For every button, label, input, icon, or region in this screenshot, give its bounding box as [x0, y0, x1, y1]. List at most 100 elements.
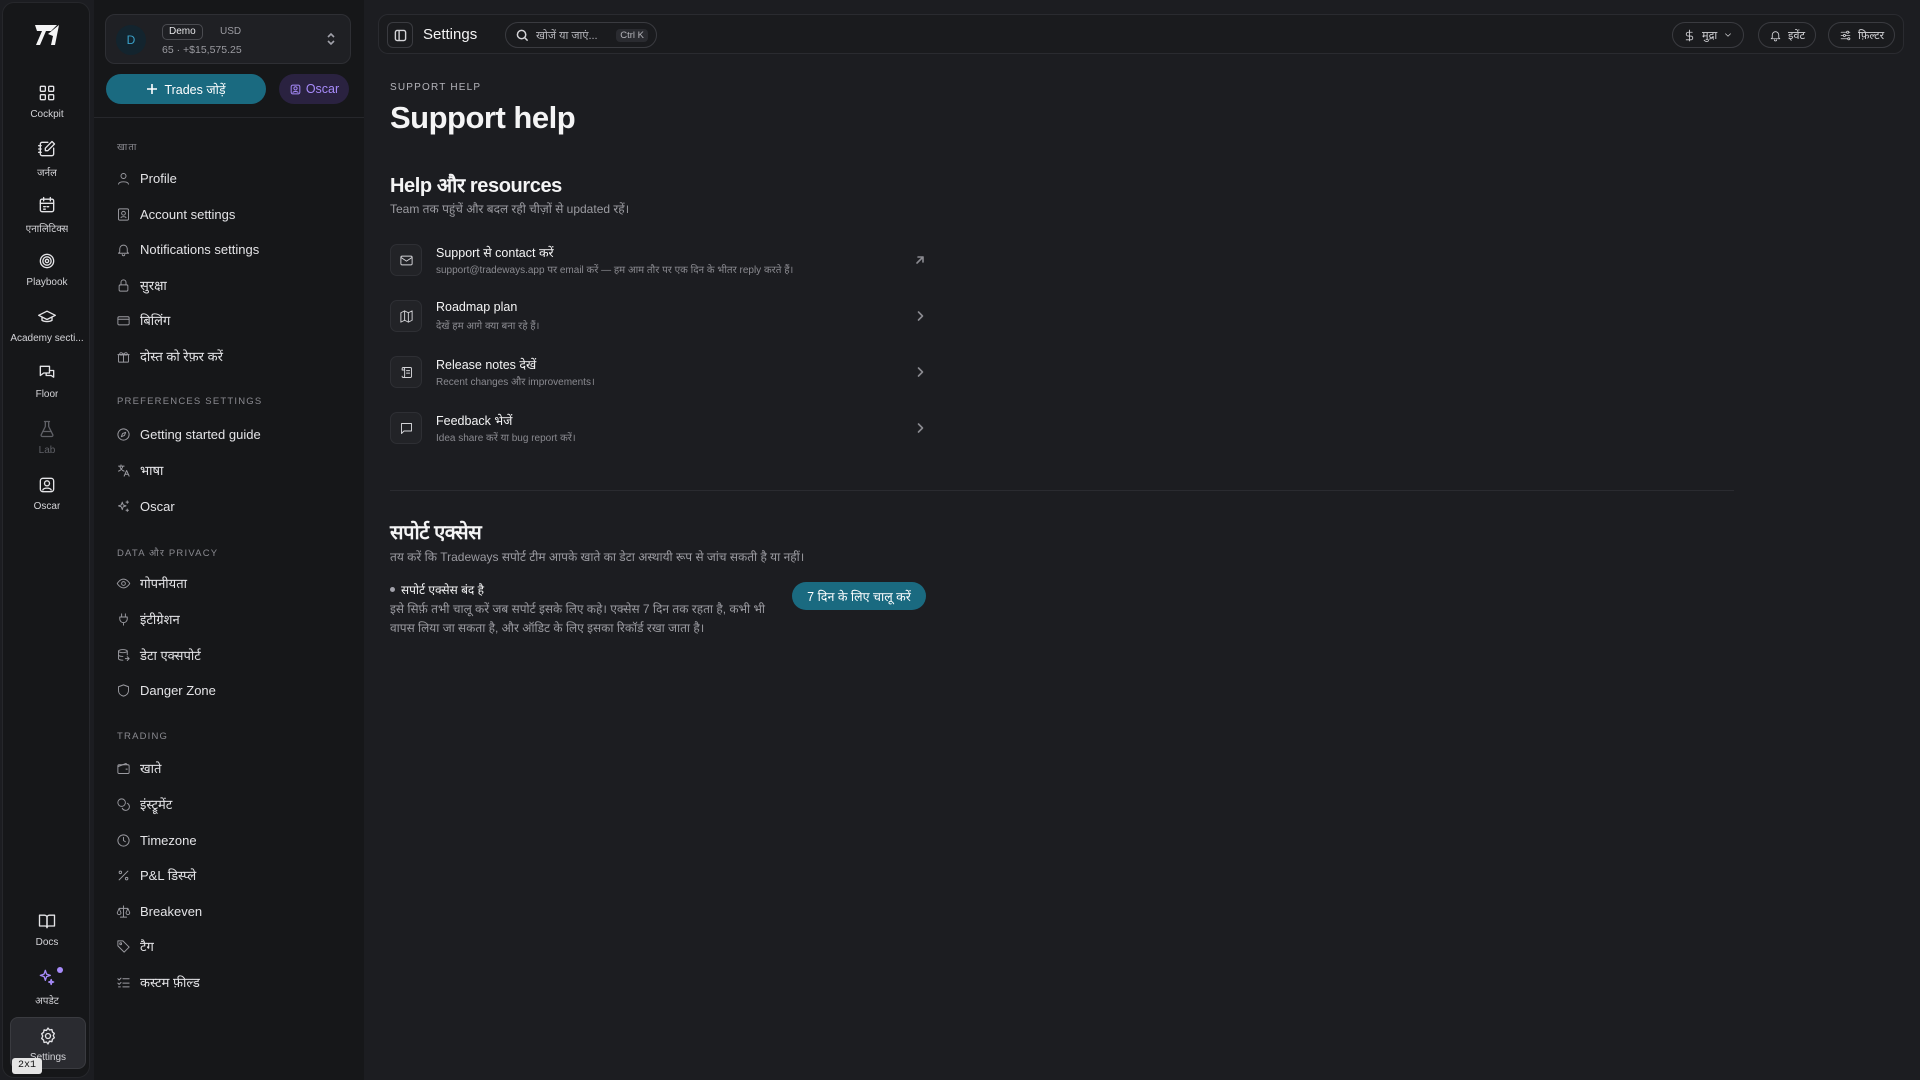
rail-item-oscar[interactable]: Oscar [3, 475, 91, 527]
nav-item-security[interactable]: सुरक्षा [116, 271, 346, 299]
oscar-label: Oscar [305, 82, 340, 96]
resource-release-notes[interactable]: Release notes देखें Recent changes और im… [390, 354, 926, 390]
nav-item-pnl-display[interactable]: P&L डिस्प्ले [116, 861, 346, 889]
eye-icon [116, 578, 131, 588]
nav-item-profile[interactable]: Profile [116, 164, 346, 192]
help-heading: Help और resources [390, 175, 562, 197]
nav-item-danger-zone[interactable]: Danger Zone [116, 676, 346, 704]
nav-item-notifications[interactable]: Notifications settings [116, 235, 346, 263]
search-input[interactable]: खोजें या जाएं... Ctrl K [505, 22, 657, 48]
account-switcher[interactable]: D Demo USD 65 · +$15,575.25 [105, 14, 351, 64]
nav-item-breakeven[interactable]: Breakeven [116, 897, 346, 925]
status-label: सपोर्ट एक्सेस बंद है [401, 583, 485, 597]
clock-icon [117, 833, 130, 847]
nav-item-accounts[interactable]: खाते [116, 754, 346, 782]
sidebar-toggle-button[interactable] [387, 22, 413, 48]
resource-desc: Recent changes और improvements। [436, 377, 595, 388]
rail-label: अपडेट [35, 996, 59, 1007]
lock-icon [118, 278, 129, 292]
nav-item-privacy[interactable]: गोपनीयता [116, 569, 346, 597]
rail-item-updates[interactable]: अपडेट [3, 967, 91, 1019]
icon-rail: Cockpit जर्नल एनालिटिक्स Playbook Academ… [2, 2, 90, 1078]
nav-item-account-settings[interactable]: Account settings [116, 200, 346, 228]
percent-icon [118, 870, 129, 880]
events-button[interactable]: इवेंट [1758, 22, 1817, 48]
rail-item-cockpit[interactable]: Cockpit [3, 83, 91, 135]
resource-title: Feedback भेजें [436, 414, 513, 428]
support-access-status: सपोर्ट एक्सेस बंद है [390, 581, 484, 598]
nav-label: टैग [140, 939, 154, 954]
section-heading-data-privacy: Data और Privacy [117, 548, 219, 559]
resource-title: Roadmap plan [436, 300, 518, 314]
sliders-icon [1840, 30, 1851, 40]
section-heading-trading: Trading [117, 731, 169, 742]
shortcut-badge: 2x1 [12, 1058, 43, 1074]
credit-card-icon [117, 315, 130, 325]
message-square-icon [400, 422, 412, 434]
nav-item-oscar[interactable]: Oscar [116, 492, 346, 520]
nav-item-integrations[interactable]: इंटीग्रेशन [116, 605, 346, 633]
nav-item-tags[interactable]: टैग [116, 932, 346, 960]
bell-icon [118, 244, 129, 256]
rail-item-lab[interactable]: Lab [3, 419, 91, 471]
filter-button[interactable]: फ़िल्टर [1828, 22, 1896, 48]
account-card-icon [118, 207, 129, 221]
add-trades-label: Trades जोड़ें [164, 82, 226, 97]
enable-support-access-button[interactable]: 7 दिन के लिए चालू करें [792, 582, 926, 610]
status-dot [390, 587, 395, 592]
nav-item-data-export[interactable]: डेटा एक्सपोर्ट [116, 641, 346, 669]
divider [94, 117, 364, 118]
scale-icon [116, 904, 131, 918]
resource-contact-support[interactable]: Support से contact करें support@tradeway… [390, 242, 926, 278]
notification-dot [57, 967, 63, 973]
nav-label: बिलिंग [140, 313, 171, 328]
nav-item-getting-started[interactable]: Getting started guide [116, 420, 346, 448]
target-icon [39, 253, 55, 269]
resource-feedback[interactable]: Feedback भेजें Idea share करें या bug re… [390, 410, 926, 446]
nav-label: इंटीग्रेशन [140, 612, 180, 627]
rail-label: Docs [35, 937, 59, 948]
account-mode-badge: Demo [162, 24, 203, 40]
rail-label: Academy secti... [10, 333, 84, 344]
nav-item-instruments[interactable]: इंस्ट्रूमेंट [116, 790, 346, 818]
resource-icon-box [390, 412, 422, 444]
mail-icon [399, 255, 413, 265]
oscar-button[interactable]: Oscar [279, 74, 349, 104]
currency-button[interactable]: मुद्रा [1672, 22, 1745, 48]
resource-roadmap[interactable]: Roadmap plan देखें हम आगे क्या बना रहे ह… [390, 298, 926, 334]
nav-item-timezone[interactable]: Timezone [116, 826, 346, 854]
support-access-description: इसे सिर्फ़ तभी चालू करें जब सपोर्ट इसके … [390, 602, 766, 635]
nav-label: इंस्ट्रूमेंट [140, 797, 173, 812]
nav-label: Notifications settings [140, 241, 260, 257]
rail-item-analytics[interactable]: एनालिटिक्स [3, 195, 91, 247]
external-link-icon [916, 256, 924, 264]
breadcrumb: SUPPORT HELP [390, 82, 482, 93]
app-logo-icon[interactable] [31, 19, 63, 51]
rail-item-academy[interactable]: Academy secti... [3, 307, 91, 359]
rail-item-playbook[interactable]: Playbook [3, 251, 91, 303]
search-placeholder: खोजें या जाएं... [536, 29, 598, 42]
oscar-icon [290, 84, 301, 94]
support-access-subtitle: तय करें कि Tradeways सपोर्ट टीम आपके खात… [390, 550, 805, 564]
rail-item-floor[interactable]: Floor [3, 363, 91, 415]
rail-label: Oscar [33, 501, 61, 512]
sparkle-icon [39, 969, 55, 986]
search-shortcut: Ctrl K [616, 28, 648, 42]
nav-item-custom-fields[interactable]: कस्टम फ़ील्ड [116, 968, 346, 996]
section-heading-preferences: Preferences settings [117, 396, 263, 407]
rail-item-docs[interactable]: Docs [3, 911, 91, 963]
rail-item-journal[interactable]: जर्नल [3, 139, 91, 191]
filter-label: फ़िल्टर [1858, 29, 1885, 42]
coins-icon [117, 797, 130, 811]
nav-label: कस्टम फ़ील्ड [140, 975, 200, 990]
account-balance: 65 · +$15,575.25 [162, 44, 242, 56]
top-bar: Settings खोजें या जाएं... Ctrl K मुद्रा … [378, 14, 1904, 54]
add-trades-button[interactable]: Trades जोड़ें [106, 74, 266, 104]
nav-label: Getting started guide [140, 426, 261, 442]
nav-item-language[interactable]: भाषा [116, 456, 346, 484]
nav-item-billing[interactable]: बिलिंग [116, 306, 346, 334]
nav-label: Profile [140, 170, 177, 186]
nav-item-refer[interactable]: दोस्त को रेफ़र करें [116, 342, 346, 370]
resource-desc: support@tradeways.app पर email करें — हम… [436, 265, 794, 276]
bell-icon [1770, 30, 1781, 41]
